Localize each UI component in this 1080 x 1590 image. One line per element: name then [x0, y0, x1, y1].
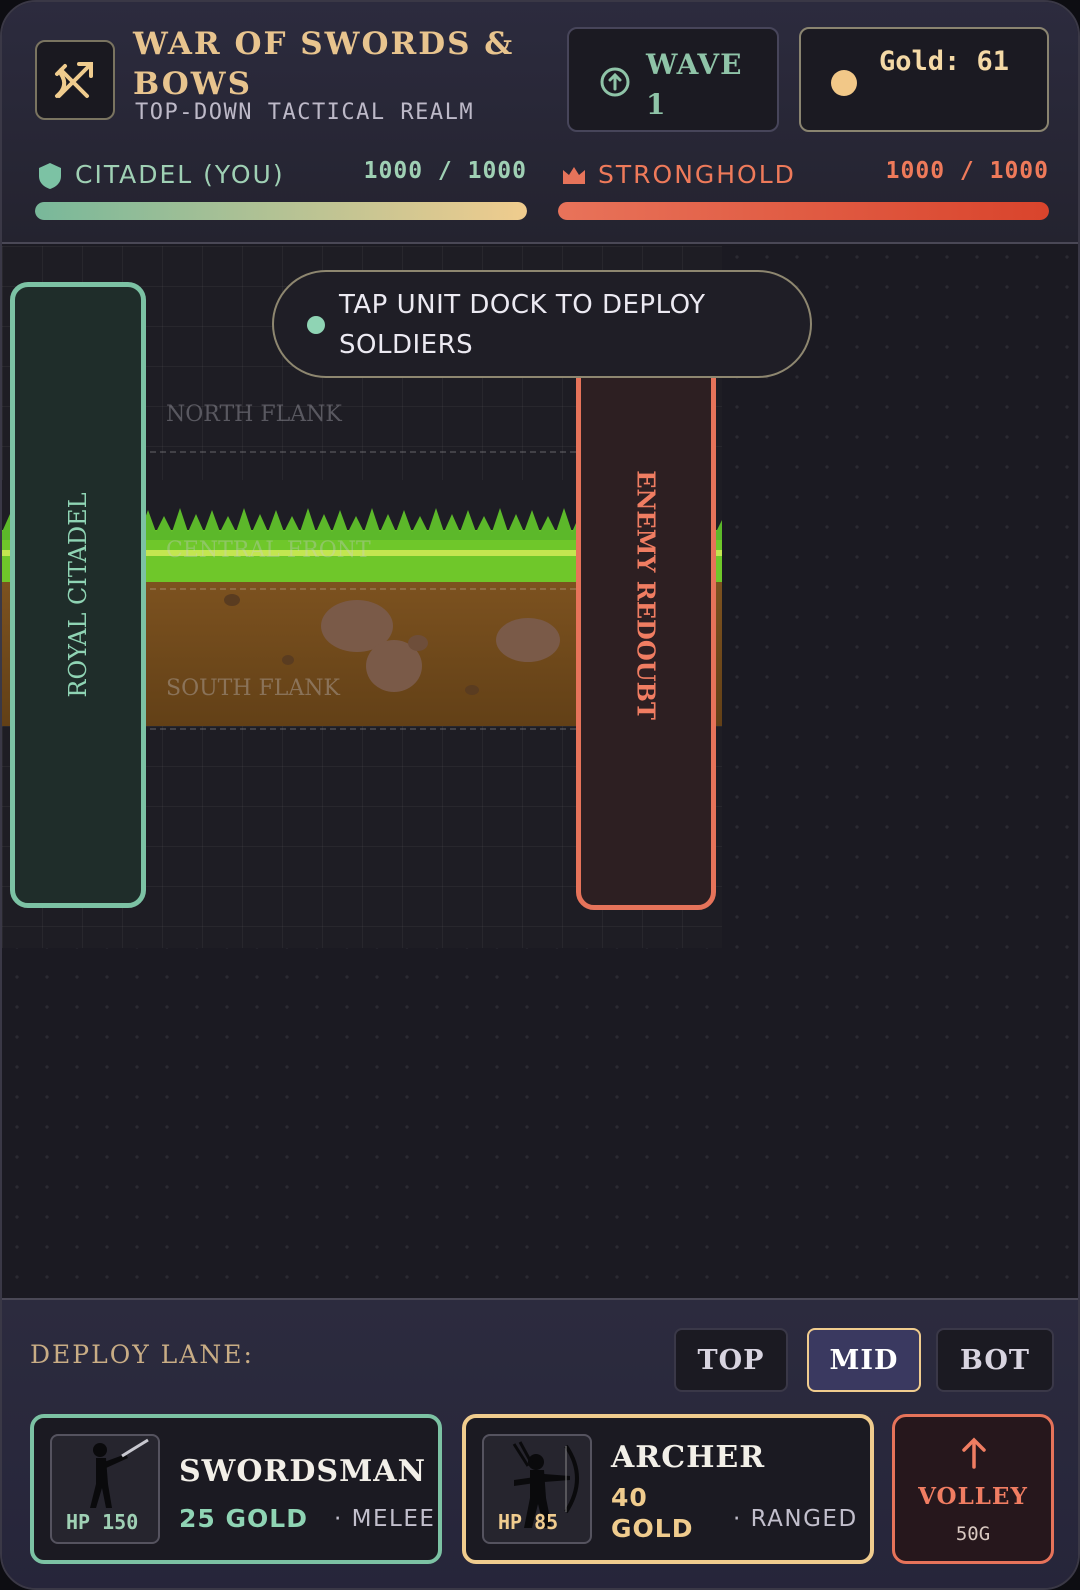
crossed-sword-bow-icon [35, 40, 115, 120]
deploy-hint-toast: TAP UNIT DOCK TO DEPLOY SOLDIERS [272, 270, 812, 378]
swordsman-silhouette-icon: HP 150 [50, 1434, 160, 1544]
arrow-up-circle-icon [600, 67, 630, 97]
archer-cost: 40 GOLD [611, 1483, 694, 1543]
lane-button-top[interactable]: TOP [674, 1328, 788, 1392]
citadel-hp-fill [35, 202, 527, 220]
stronghold-health: STRONGHOLD 1000 / 1000 [558, 152, 1049, 222]
citadel-label: ROYAL CITADEL [64, 492, 92, 698]
coin-icon [831, 70, 857, 96]
shield-icon [39, 163, 61, 189]
wave-label: WAVE 1 [646, 48, 743, 121]
top-hud: WAR OF SWORDS & BOWS TOP-DOWN TACTICAL R… [2, 2, 1078, 244]
archer-hp: HP 85 [498, 1510, 559, 1534]
stronghold-hp-value: 1000 / 1000 [885, 158, 1049, 184]
game-subtitle: TOP-DOWN TACTICAL REALM [135, 100, 475, 125]
lane-label-north: NORTH FLANK [166, 402, 342, 427]
game-frame: WAR OF SWORDS & BOWS TOP-DOWN TACTICAL R… [0, 0, 1080, 1590]
swordsman-card[interactable]: HP 150 SWORDSMAN 25 GOLD · MELEE [30, 1414, 442, 1564]
gold-label: Gold: 61 [879, 46, 1010, 77]
status-dot [307, 316, 325, 334]
citadel-hp-value: 1000 / 1000 [363, 158, 527, 184]
royal-citadel[interactable]: ROYAL CITADEL [10, 282, 146, 908]
citadel-health: CITADEL (YOU) 1000 / 1000 [35, 152, 527, 222]
swordsman-name: SWORDSMAN [179, 1454, 427, 1489]
volley-label: VOLLEY [918, 1483, 1028, 1510]
stronghold-hp-bar [558, 202, 1049, 220]
lane-divider-central [150, 588, 576, 590]
lane-label-south: SOUTH FLANK [166, 676, 340, 701]
citadel-hp-bar [35, 202, 527, 220]
lane-divider-north [150, 451, 576, 453]
archer-silhouette-icon: HP 85 [482, 1434, 592, 1544]
swordsman-role: · MELEE [334, 1506, 436, 1532]
archer-name: ARCHER [611, 1440, 766, 1475]
deploy-lane-title: DEPLOY LANE: [30, 1340, 254, 1369]
lane-label-central: CENTRAL FRONT [166, 538, 371, 563]
volley-ability-button[interactable]: VOLLEY 50G [892, 1414, 1054, 1564]
gold-counter: Gold: 61 [799, 27, 1049, 132]
archer-card[interactable]: HP 85 ARCHER 40 GOLD · RANGED [462, 1414, 874, 1564]
toast-text: TAP UNIT DOCK TO DEPLOY SOLDIERS [339, 290, 706, 360]
redoubt-label: ENEMY REDOUBT [631, 470, 661, 720]
stronghold-hp-fill [558, 202, 1049, 220]
game-title: WAR OF SWORDS & BOWS [133, 26, 515, 102]
swordsman-cost: 25 GOLD [179, 1504, 308, 1533]
lane-button-mid[interactable]: MID [807, 1328, 921, 1392]
archer-role: · RANGED [733, 1506, 858, 1532]
lane-button-bot[interactable]: BOT [936, 1328, 1054, 1392]
lane-divider-south [150, 728, 576, 730]
volley-cost: 50G [955, 1523, 991, 1545]
stronghold-name: STRONGHOLD [598, 160, 796, 189]
unit-dock: DEPLOY LANE: TOP MID BOT HP 150 SWORDSMA… [2, 1298, 1078, 1588]
wave-indicator: WAVE 1 [567, 27, 779, 132]
citadel-name: CITADEL (YOU) [75, 160, 285, 189]
crown-icon [563, 167, 585, 184]
arrow-up-icon [962, 1437, 986, 1469]
swordsman-hp: HP 150 [66, 1510, 139, 1534]
